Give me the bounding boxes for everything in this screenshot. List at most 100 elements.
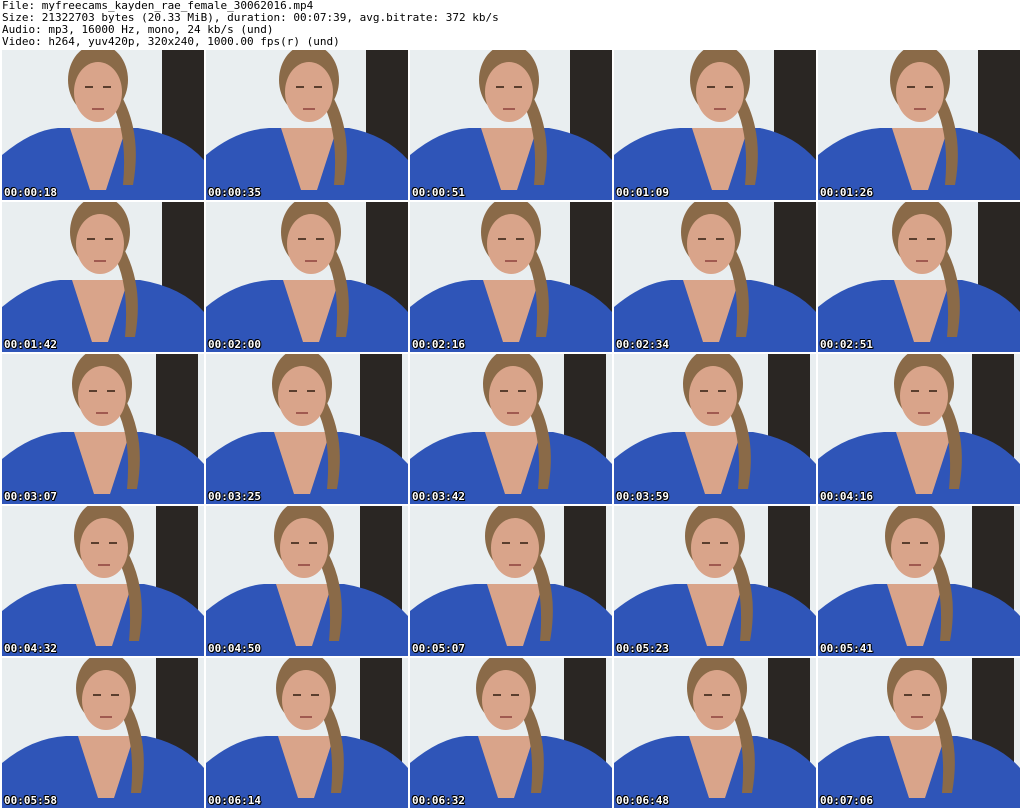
frame-shape bbox=[918, 412, 930, 414]
frame-shape bbox=[902, 542, 910, 544]
frame-shape bbox=[307, 390, 315, 392]
frame-shape bbox=[502, 542, 510, 544]
video-frame-image bbox=[2, 658, 204, 808]
frame-shape bbox=[291, 542, 299, 544]
video-thumbnail: 00:03:25 bbox=[206, 354, 408, 504]
frame-shape bbox=[98, 564, 110, 566]
thumbnail-timestamp: 00:01:42 bbox=[4, 338, 57, 351]
thumbnail-timestamp: 00:05:07 bbox=[412, 642, 465, 655]
frame-shape bbox=[80, 518, 128, 578]
frame-shape bbox=[278, 366, 326, 426]
frame-shape bbox=[489, 366, 537, 426]
frame-shape bbox=[482, 670, 530, 730]
frame-shape bbox=[909, 238, 917, 240]
frame-shape bbox=[87, 238, 95, 240]
video-thumbnail: 00:00:18 bbox=[2, 50, 204, 200]
video-frame-image bbox=[206, 202, 408, 352]
thumbnail-grid: 00:00:18 00:00:35 00:00:51 00:01:09 00:01:26… bbox=[0, 50, 1024, 811]
video-thumbnail: 00:03:42 bbox=[410, 354, 612, 504]
frame-shape bbox=[96, 412, 108, 414]
frame-shape bbox=[907, 86, 915, 88]
frame-shape bbox=[927, 238, 935, 240]
frame-shape bbox=[689, 366, 737, 426]
frame-shape bbox=[725, 86, 733, 88]
frame-shape bbox=[516, 238, 524, 240]
video-frame-image bbox=[410, 202, 612, 352]
video-frame-image bbox=[206, 354, 408, 504]
video-frame-image bbox=[410, 354, 612, 504]
frame-shape bbox=[722, 694, 730, 696]
video-frame-image bbox=[2, 50, 204, 200]
video-frame-image bbox=[410, 658, 612, 808]
frame-shape bbox=[111, 694, 119, 696]
video-frame-image bbox=[614, 354, 816, 504]
frame-shape bbox=[707, 86, 715, 88]
frame-shape bbox=[693, 670, 741, 730]
video-frame-image bbox=[2, 202, 204, 352]
video-thumbnail: 00:02:00 bbox=[206, 202, 408, 352]
frame-shape bbox=[303, 108, 315, 110]
frame-shape bbox=[500, 716, 512, 718]
frame-shape bbox=[92, 108, 104, 110]
video-info-line: Video: h264, yuv420p, 320x240, 1000.00 f… bbox=[2, 36, 340, 48]
video-frame-image bbox=[818, 506, 1020, 656]
thumbnail-timestamp: 00:03:25 bbox=[208, 490, 261, 503]
video-thumbnail: 00:02:51 bbox=[818, 202, 1020, 352]
thumbnail-timestamp: 00:03:07 bbox=[4, 490, 57, 503]
frame-shape bbox=[914, 108, 926, 110]
frame-shape bbox=[311, 694, 319, 696]
frame-shape bbox=[904, 694, 912, 696]
frame-shape bbox=[107, 390, 115, 392]
frame-shape bbox=[509, 564, 521, 566]
video-thumbnail: 00:01:42 bbox=[2, 202, 204, 352]
video-thumbnail: 00:04:16 bbox=[818, 354, 1020, 504]
frame-shape bbox=[298, 238, 306, 240]
frame-shape bbox=[103, 86, 111, 88]
frame-shape bbox=[305, 260, 317, 262]
video-thumbnail: 00:02:34 bbox=[614, 202, 816, 352]
video-thumbnail: 00:00:35 bbox=[206, 50, 408, 200]
frame-shape bbox=[911, 390, 919, 392]
frame-shape bbox=[925, 86, 933, 88]
frame-shape bbox=[94, 260, 106, 262]
video-thumbnail: 00:07:06 bbox=[818, 658, 1020, 808]
frame-shape bbox=[709, 564, 721, 566]
video-thumbnail: 00:03:59 bbox=[614, 354, 816, 504]
thumbnail-timestamp: 00:02:00 bbox=[208, 338, 261, 351]
frame-shape bbox=[503, 108, 515, 110]
frame-shape bbox=[289, 390, 297, 392]
frame-shape bbox=[707, 412, 719, 414]
frame-shape bbox=[296, 412, 308, 414]
frame-shape bbox=[298, 564, 310, 566]
frame-shape bbox=[700, 390, 708, 392]
frame-shape bbox=[909, 564, 921, 566]
video-frame-image bbox=[818, 658, 1020, 808]
video-frame-image bbox=[2, 354, 204, 504]
thumbnail-timestamp: 00:01:26 bbox=[820, 186, 873, 199]
video-thumbnail: 00:06:32 bbox=[410, 658, 612, 808]
frame-shape bbox=[280, 518, 328, 578]
video-frame-image bbox=[206, 658, 408, 808]
frame-shape bbox=[505, 260, 517, 262]
video-frame-image bbox=[410, 506, 612, 656]
frame-shape bbox=[893, 670, 941, 730]
frame-shape bbox=[496, 86, 504, 88]
file-info-header: File: myfreecams_kayden_rae_female_30062… bbox=[2, 0, 1022, 50]
file-name-line: File: myfreecams_kayden_rae_female_30062… bbox=[2, 0, 314, 12]
frame-shape bbox=[493, 694, 501, 696]
frame-shape bbox=[920, 542, 928, 544]
frame-shape bbox=[314, 86, 322, 88]
frame-shape bbox=[300, 716, 312, 718]
frame-shape bbox=[487, 214, 535, 274]
frame-shape bbox=[702, 542, 710, 544]
frame-shape bbox=[898, 214, 946, 274]
frame-shape bbox=[520, 542, 528, 544]
frame-shape bbox=[82, 670, 130, 730]
thumbnail-timestamp: 00:06:48 bbox=[616, 794, 669, 807]
frame-shape bbox=[720, 542, 728, 544]
video-thumbnail: 00:05:23 bbox=[614, 506, 816, 656]
frame-shape bbox=[91, 542, 99, 544]
thumbnail-timestamp: 00:04:32 bbox=[4, 642, 57, 655]
thumbnail-timestamp: 00:02:16 bbox=[412, 338, 465, 351]
frame-shape bbox=[900, 366, 948, 426]
